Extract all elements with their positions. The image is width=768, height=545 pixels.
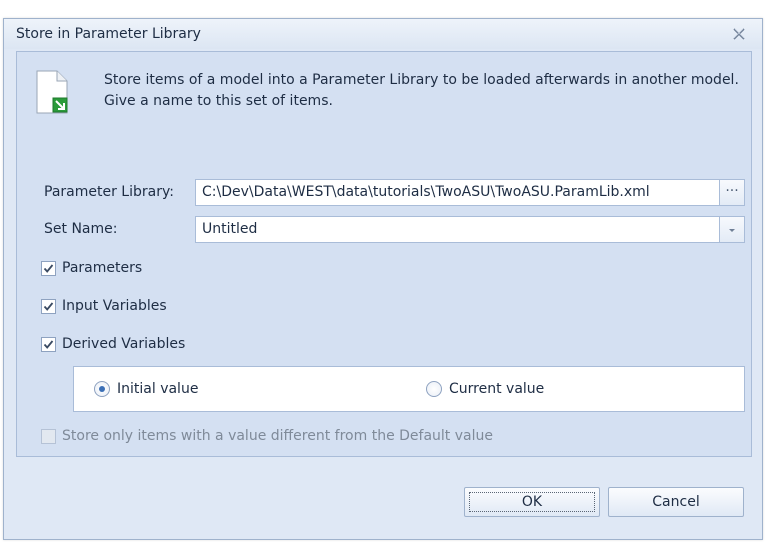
close-icon[interactable] — [730, 25, 748, 43]
checkmark-icon — [43, 263, 54, 273]
main-panel: Store items of a model into a Parameter … — [16, 51, 752, 457]
derived-variables-checkbox-row[interactable]: Derived Variables — [41, 335, 185, 353]
set-name-input[interactable]: Untitled — [195, 216, 720, 243]
store-parameter-library-dialog: Store in Parameter Library Store items o… — [3, 18, 763, 540]
dialog-description: Store items of a model into a Parameter … — [104, 72, 739, 109]
current-value-label: Current value — [449, 381, 545, 397]
store-only-different-label: Store only items with a value different … — [62, 428, 493, 444]
parameters-label: Parameters — [62, 260, 143, 276]
title-bar[interactable]: Store in Parameter Library — [4, 19, 762, 49]
set-name-label: Set Name: — [44, 221, 118, 237]
current-value-radio[interactable] — [426, 381, 442, 397]
initial-value-radio-row[interactable]: Initial value — [94, 380, 198, 398]
document-export-icon — [36, 70, 68, 114]
chevron-down-icon — [729, 229, 735, 232]
checkmark-icon — [43, 339, 54, 349]
initial-value-label: Initial value — [117, 381, 199, 397]
parameter-library-path-input[interactable]: C:\Dev\Data\WEST\data\tutorials\TwoASU\T… — [195, 179, 720, 206]
cancel-button[interactable]: Cancel — [608, 487, 744, 517]
store-only-different-checkbox-row[interactable]: Store only items with a value different … — [41, 427, 493, 445]
browse-button[interactable]: ··· — [719, 179, 745, 206]
checkmark-icon — [43, 301, 54, 311]
parameters-checkbox-row[interactable]: Parameters — [41, 259, 142, 277]
input-variables-label: Input Variables — [62, 298, 167, 314]
derived-variables-checkbox[interactable] — [41, 336, 56, 352]
derived-variables-label: Derived Variables — [62, 336, 186, 352]
value-type-group: Initial value Current value — [73, 366, 745, 412]
parameters-checkbox[interactable] — [41, 260, 56, 276]
dialog-title: Store in Parameter Library — [16, 26, 201, 42]
initial-value-radio[interactable] — [94, 381, 110, 397]
cancel-button-label: Cancel — [652, 494, 700, 510]
input-variables-checkbox-row[interactable]: Input Variables — [41, 297, 167, 315]
input-variables-checkbox[interactable] — [41, 298, 56, 314]
focus-ring — [469, 492, 595, 512]
current-value-radio-row[interactable]: Current value — [426, 380, 544, 398]
parameter-library-label: Parameter Library: — [44, 184, 174, 200]
set-name-dropdown-button[interactable] — [719, 216, 745, 243]
store-only-different-checkbox[interactable] — [41, 428, 56, 444]
ok-button[interactable]: OK — [464, 487, 600, 517]
